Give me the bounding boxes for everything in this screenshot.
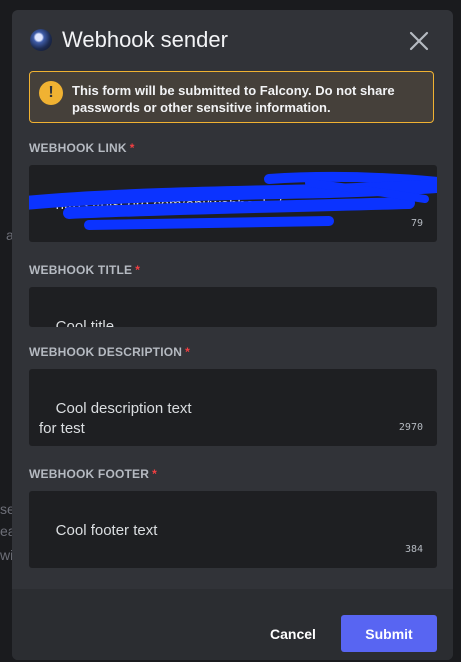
webhook-sender-modal: Webhook sender ! This form will be submi…	[12, 10, 453, 660]
webhook-description-input[interactable]: Cool description text for test 2970	[29, 369, 437, 446]
webhook-title-input[interactable]: Cool title	[29, 287, 437, 327]
webhook-title-label: WEBHOOK TITLE *	[29, 263, 140, 278]
webhook-footer-label-text: WEBHOOK FOOTER	[29, 467, 150, 481]
modal-title: Webhook sender	[62, 27, 228, 52]
webhook-description-counter: 2970	[398, 422, 423, 433]
webhook-title-value: Cool title	[55, 318, 115, 327]
required-mark: *	[152, 467, 158, 481]
webhook-footer-value: Cool footer text	[55, 522, 158, 539]
close-icon[interactable]	[408, 30, 430, 52]
webhook-footer-input[interactable]: Cool footer text 384	[29, 491, 437, 568]
webhook-link-counter: 79	[410, 218, 423, 229]
notice-text: This form will be submitted to Falcony. …	[72, 82, 427, 116]
webhook-link-input[interactable]: https://discord.com/api/webhooks/ 79	[29, 165, 437, 242]
required-mark: *	[135, 263, 141, 277]
webhook-link-label: WEBHOOK LINK *	[29, 141, 135, 156]
webhook-link-value: https://discord.com/api/webhooks/	[55, 196, 282, 213]
required-mark: *	[185, 345, 191, 359]
webhook-footer-counter: 384	[404, 544, 423, 555]
bot-avatar-icon	[30, 29, 52, 51]
cancel-button[interactable]: Cancel	[258, 615, 328, 653]
webhook-footer-label: WEBHOOK FOOTER *	[29, 467, 157, 482]
warning-notice: ! This form will be submitted to Falcony…	[29, 71, 434, 123]
required-mark: *	[129, 141, 135, 155]
webhook-title-label-text: WEBHOOK TITLE	[29, 263, 133, 277]
modal-header: Webhook sender	[12, 10, 453, 70]
webhook-link-label-text: WEBHOOK LINK	[29, 141, 127, 155]
submit-button[interactable]: Submit	[341, 615, 437, 652]
webhook-description-label: WEBHOOK DESCRIPTION *	[29, 345, 190, 360]
notice-app-name: Falcony	[259, 83, 308, 98]
webhook-description-label-text: WEBHOOK DESCRIPTION	[29, 345, 183, 359]
warning-icon: !	[39, 81, 63, 105]
notice-prefix: This form will be submitted to	[72, 83, 260, 98]
webhook-description-value: Cool description text for test	[39, 400, 192, 437]
modal-footer: Cancel Submit	[12, 589, 453, 660]
